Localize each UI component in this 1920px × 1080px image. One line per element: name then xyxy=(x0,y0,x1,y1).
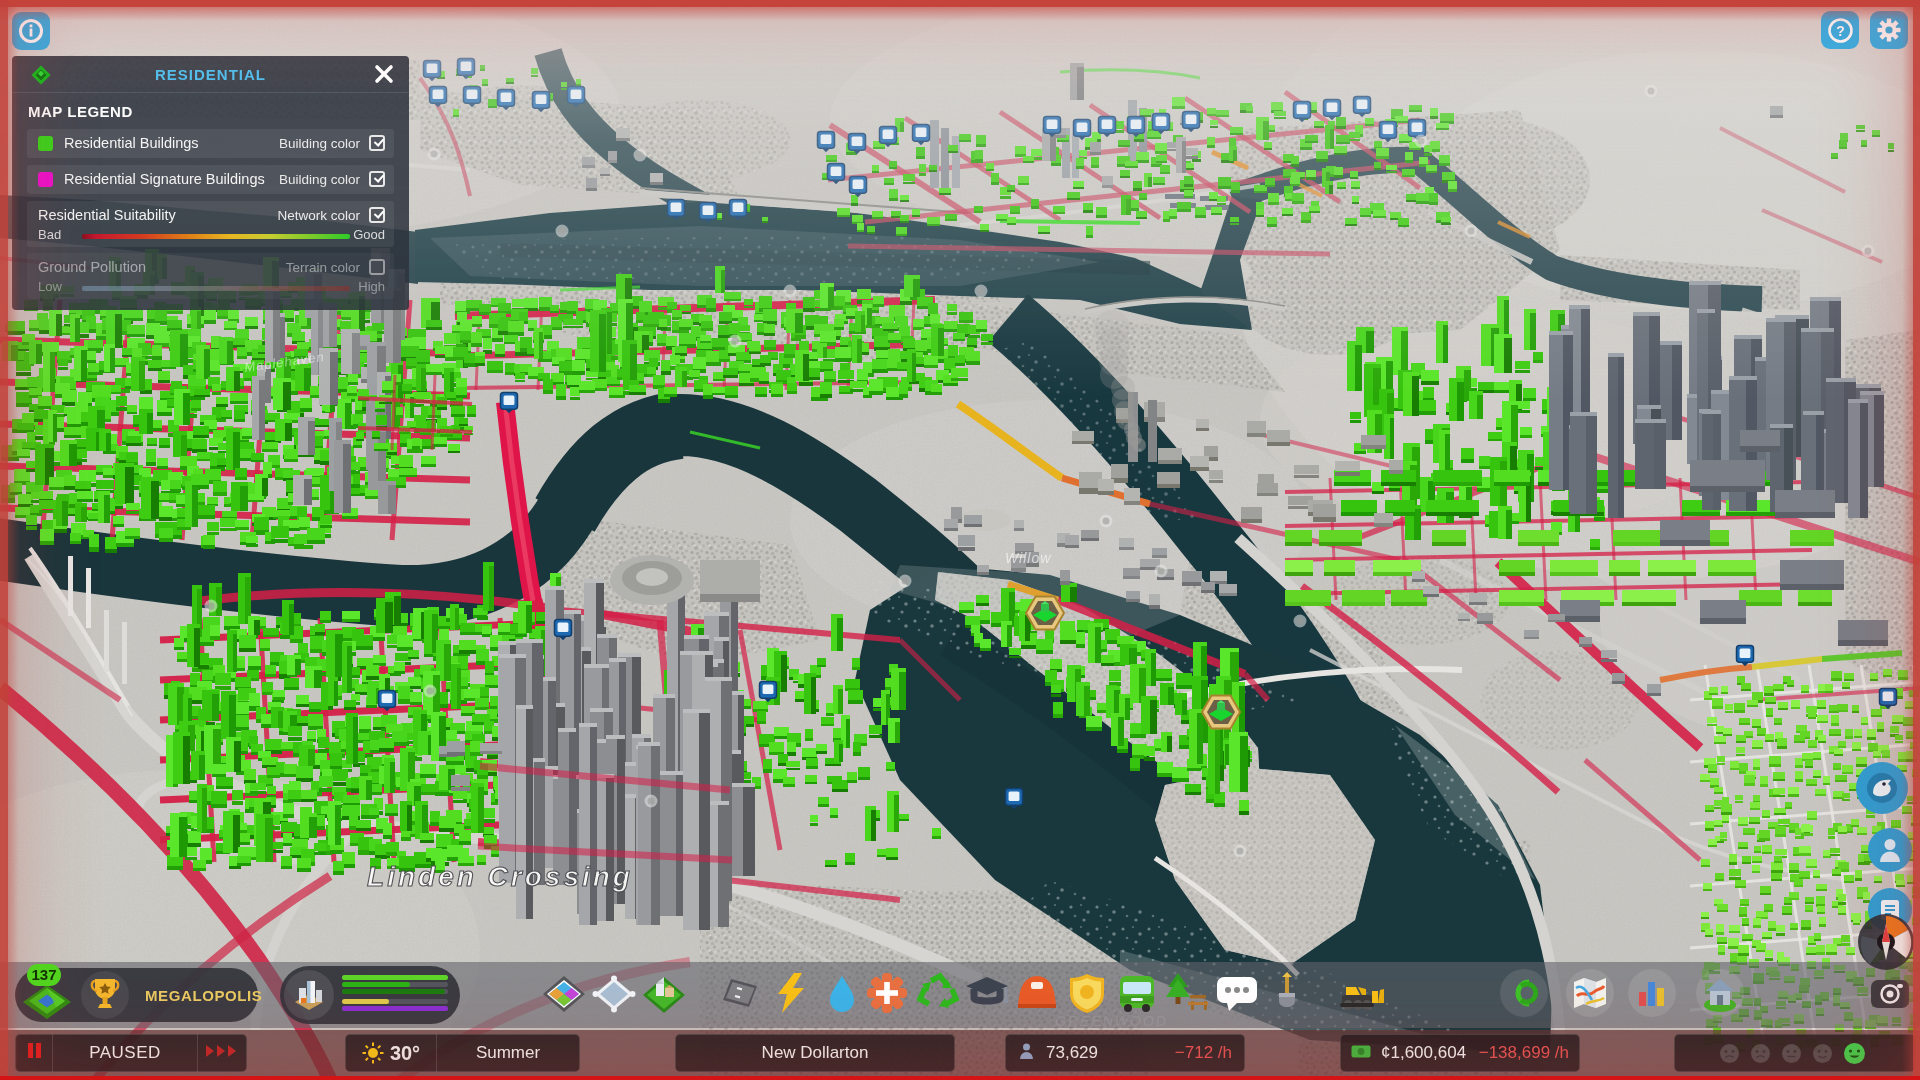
svg-text:Linden Crossing: Linden Crossing xyxy=(367,861,633,892)
svg-text:Willow: Willow xyxy=(1005,550,1051,566)
svg-text:?: ? xyxy=(1836,22,1845,38)
